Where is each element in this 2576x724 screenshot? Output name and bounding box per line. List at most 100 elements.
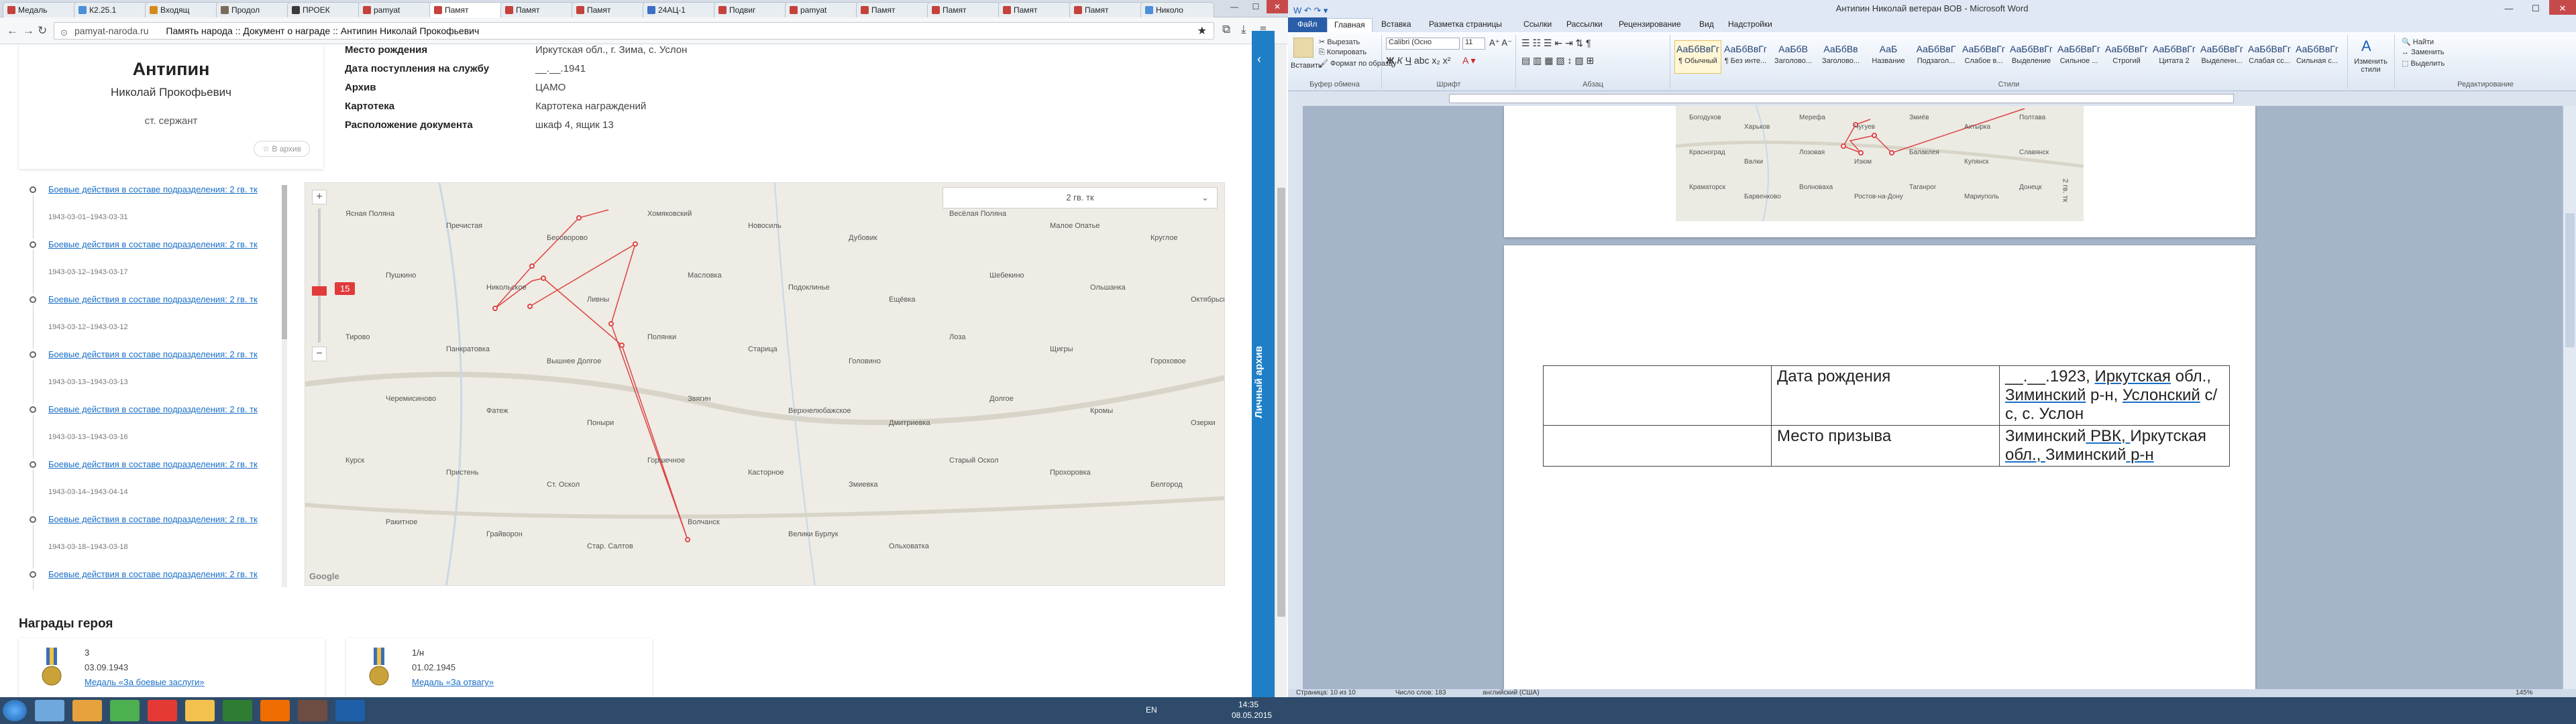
start-button[interactable] — [3, 700, 27, 721]
battle-link[interactable]: Боевые действия в составе подразделения:… — [48, 349, 270, 360]
font-size-select[interactable]: 11 — [1462, 38, 1485, 50]
copy-button[interactable]: ⎘ Копировать — [1319, 48, 1366, 57]
back-icon[interactable]: ← — [7, 24, 18, 38]
battle-link[interactable]: Боевые действия в составе подразделения:… — [48, 184, 270, 195]
scroll-thumb[interactable] — [1277, 188, 1285, 617]
minimize-button[interactable]: — — [2496, 0, 2522, 15]
paste-icon[interactable] — [1293, 38, 1313, 58]
battle-link[interactable]: Боевые действия в составе подразделения:… — [48, 514, 270, 525]
excel-icon[interactable] — [223, 700, 252, 721]
style-preset[interactable]: АаБбВвГг Цитата 2 — [2151, 40, 2198, 74]
browser-tab[interactable]: 24АЦ-1 — [643, 2, 716, 17]
maximize-button[interactable]: ☐ — [2522, 0, 2549, 15]
browser-tab[interactable]: Подвиг — [714, 2, 788, 17]
vertical-ruler[interactable] — [1288, 106, 1303, 689]
font-format-buttons[interactable]: Ж К Ч abc x₂ x² — [1386, 55, 1450, 66]
download-icon[interactable]: ⤓ — [1241, 23, 1246, 36]
battle-link[interactable]: Боевые действия в составе подразделения:… — [48, 404, 270, 415]
style-preset[interactable]: АаБбВвГг Слабое в... — [1960, 40, 2007, 74]
award-link[interactable]: Медаль «За отвагу» — [412, 677, 494, 687]
explorer-icon[interactable] — [35, 700, 64, 721]
zoom-in-button[interactable]: + — [312, 190, 327, 204]
close-button[interactable]: ✕ — [2549, 0, 2576, 15]
ribbon-tab-5[interactable]: Рассылки — [1560, 19, 1603, 29]
battle-list-scrollbar[interactable] — [282, 185, 287, 587]
change-styles[interactable]: A Изменить стили — [2348, 35, 2395, 88]
select-button[interactable]: ⬚ Выделить — [2402, 59, 2445, 68]
add-to-archive-button[interactable]: ☆ В архив — [254, 141, 310, 157]
align-buttons[interactable]: ▤ ▥ ▦ ▧ ↕ ▨ ⊞ — [1521, 55, 1594, 66]
file-manager-icon[interactable] — [185, 700, 215, 721]
ribbon-tab-3[interactable]: Разметка страницы — [1422, 19, 1502, 29]
scroll-thumb[interactable] — [282, 185, 287, 339]
maximize-button[interactable]: ☐ — [1245, 0, 1267, 13]
word-icon[interactable] — [335, 700, 365, 721]
browser-tab[interactable]: ПРОЕК — [287, 2, 361, 17]
clock-date[interactable]: 08.05.2015 — [1232, 711, 1272, 720]
battle-link[interactable]: Боевые действия в составе подразделения:… — [48, 239, 270, 250]
browser-tab[interactable]: Памят — [572, 2, 645, 17]
ribbon-tab-0[interactable]: Файл — [1288, 17, 1327, 32]
clock-time[interactable]: 14:35 — [1238, 700, 1258, 709]
award-link[interactable]: Медаль «За боевые заслуги» — [85, 677, 205, 687]
page-scrollbar[interactable] — [1275, 44, 1287, 697]
ribbon-tab-4[interactable]: Ссылки — [1517, 19, 1552, 29]
browser-tab[interactable]: К2.25.1 — [74, 2, 148, 17]
style-preset[interactable]: АаБбВвГг Строгий — [2103, 40, 2150, 74]
panel-arrow-icon[interactable]: ‹ — [1257, 52, 1261, 66]
grow-font-icon[interactable]: A⁺ A⁻ — [1489, 38, 1512, 48]
extension-icon[interactable]: ⧉ — [1222, 23, 1230, 36]
font-name-select[interactable]: Calibri (Осно — [1386, 38, 1460, 50]
close-button[interactable]: ✕ — [1267, 0, 1288, 13]
browser-tab[interactable]: Памят — [429, 2, 503, 17]
url-input[interactable]: ⊙ pamyat-naroda.ru Память народа :: Доку… — [54, 22, 1214, 40]
browser-tab[interactable]: pamyat — [785, 2, 859, 17]
zoom-level[interactable]: 145% — [2516, 689, 2533, 697]
zoom-out-button[interactable]: − — [312, 347, 327, 361]
style-preset[interactable]: АаБбВвГг ¶ Обычный — [1674, 40, 1721, 74]
style-preset[interactable]: АаБбВвГг Выделение — [2008, 40, 2055, 74]
browser-tab[interactable]: Памят — [856, 2, 930, 17]
browser-tab[interactable]: Памят — [927, 2, 1001, 17]
battle-link[interactable]: Боевые действия в составе подразделения:… — [48, 294, 270, 305]
browser-tab[interactable]: Николо — [1140, 2, 1214, 17]
reload-icon[interactable]: ↻ — [38, 24, 47, 38]
battle-link[interactable]: Боевые действия в составе подразделения:… — [48, 568, 270, 580]
browser-tab[interactable]: pamyat — [358, 2, 432, 17]
browser-tab[interactable]: Продол — [216, 2, 290, 17]
browser-tab[interactable]: Памят — [1069, 2, 1143, 17]
style-preset[interactable]: АаБбВ Заголово... — [1770, 40, 1817, 74]
style-preset[interactable]: АаБбВвГг Сильное ... — [2055, 40, 2102, 74]
battle-map[interactable]: Ясная Поляна Пречистая Бесоворово Хомяковск… — [305, 182, 1225, 586]
style-preset[interactable]: АаБбВвГг Слабая сс... — [2246, 40, 2293, 74]
media-player-icon[interactable] — [72, 700, 102, 721]
paint-icon[interactable] — [298, 700, 327, 721]
zoom-slider[interactable] — [318, 208, 321, 343]
ribbon-tab-8[interactable]: Надстройки — [1721, 19, 1772, 29]
font-color-icon[interactable]: A ▾ — [1462, 55, 1475, 66]
forward-icon[interactable]: → — [23, 24, 34, 38]
personal-archive-panel[interactable]: ‹ Личный архив — [1252, 31, 1275, 697]
browser-tab[interactable]: Памят — [500, 2, 574, 17]
list-buttons[interactable]: ☰ ☷ ☰ ⇤ ⇥ ⇅ ¶ — [1521, 38, 1591, 49]
style-preset[interactable]: АаБбВвГг Выделенн... — [2198, 40, 2245, 74]
style-preset[interactable]: АаБ Название — [1865, 40, 1912, 74]
unit-select[interactable]: 2 гв. тк ⌄ — [943, 187, 1218, 208]
yandex-icon[interactable] — [148, 700, 177, 721]
browser-tab[interactable]: Входящ — [145, 2, 219, 17]
word-scrollbar[interactable] — [2563, 106, 2576, 689]
ribbon-tab-6[interactable]: Рецензирование — [1612, 19, 1681, 29]
language[interactable]: английский (США) — [1483, 689, 1540, 697]
ribbon-tab-7[interactable]: Вид — [1693, 19, 1714, 29]
battle-link[interactable]: Боевые действия в составе подразделения:… — [48, 459, 270, 470]
bookmark-star-icon[interactable]: ★ — [1197, 23, 1207, 40]
ribbon-tab-1[interactable]: Главная — [1327, 18, 1373, 32]
paste-button[interactable]: Вставить — [1291, 62, 1322, 70]
find-button[interactable]: 🔍 Найти — [2402, 38, 2434, 46]
chrome-icon[interactable] — [110, 700, 140, 721]
ribbon-tab-2[interactable]: Вставка — [1375, 19, 1411, 29]
minimize-button[interactable]: — — [1224, 0, 1245, 13]
style-preset[interactable]: АаБбВвГ Подзагол... — [1913, 40, 1960, 74]
scroll-thumb[interactable] — [2565, 213, 2575, 347]
style-preset[interactable]: АаБбВвГг Сильная с... — [2294, 40, 2341, 74]
